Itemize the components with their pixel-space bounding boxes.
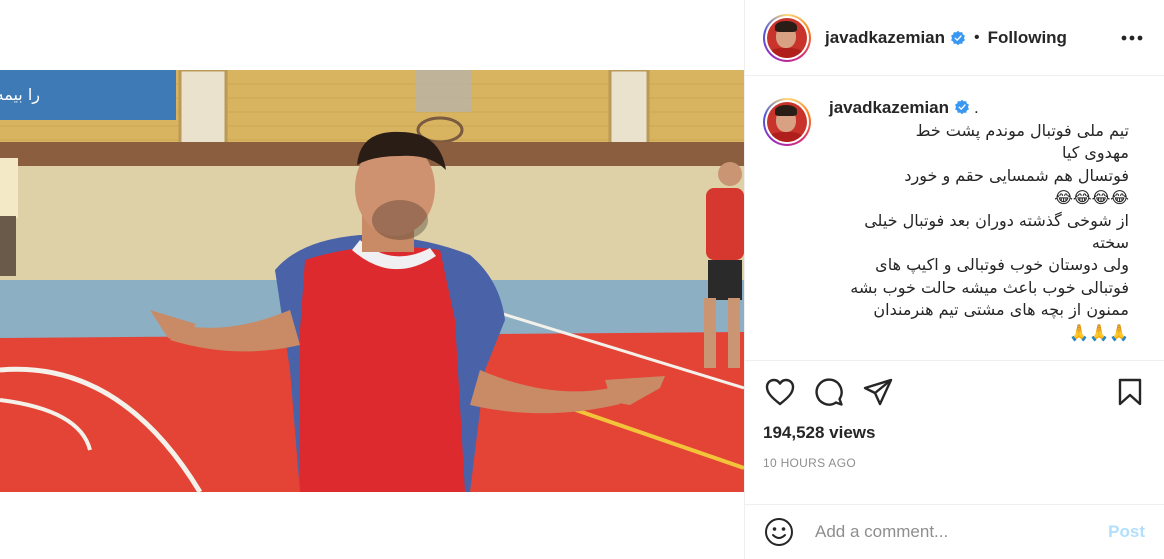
comment-button[interactable]	[812, 375, 846, 409]
view-count[interactable]: 194,528 views	[763, 423, 1147, 443]
caption-username[interactable]: javadkazemian	[829, 98, 949, 117]
more-options-icon[interactable]	[1118, 24, 1146, 52]
caption-line: ممنون از بچه های مشتی تیم هنرمندان	[873, 300, 1129, 320]
like-button[interactable]	[763, 375, 797, 409]
verified-badge-icon	[955, 99, 969, 115]
caption-suffix: .	[974, 98, 979, 117]
video-banner-text: را بیمه کنی	[0, 85, 40, 105]
post-header: javadkazemian • Following	[745, 0, 1164, 76]
caption-area: javadkazemian . تیم ملی فوتبال موندم پشت…	[745, 76, 1164, 356]
caption-line: سخته	[1091, 233, 1129, 253]
heart-icon	[765, 378, 795, 406]
post-timestamp[interactable]: 10 HOURS AGO	[763, 456, 1147, 470]
following-button[interactable]: Following	[988, 28, 1067, 48]
caption-row: javadkazemian . تیم ملی فوتبال موندم پشت…	[763, 98, 1147, 344]
caption-line: مهدوی کیا	[1062, 143, 1129, 163]
post-video[interactable]: را بیمه کنی	[0, 70, 744, 492]
caption-line: فوتسال هم شمسایی حقم و خورد	[904, 165, 1129, 185]
post-comment-button[interactable]: Post	[1108, 522, 1147, 542]
post-actions: 194,528 views 10 HOURS AGO	[745, 360, 1164, 520]
paper-plane-icon	[863, 378, 893, 406]
caption-line: 😂😂😂😂	[1054, 188, 1129, 208]
comment-icon	[815, 378, 843, 406]
caption-line: تیم ملی فوتبال موندم پشت خط	[915, 121, 1129, 140]
comment-input[interactable]	[815, 522, 1109, 542]
author-avatar[interactable]	[763, 13, 811, 62]
caption-line: فوتبالی خوب باعث میشه حالت خوب بشه	[850, 277, 1129, 297]
verified-badge-icon	[951, 30, 965, 45]
share-button[interactable]	[861, 375, 895, 409]
header-separator: •	[974, 28, 980, 46]
emoji-button[interactable]	[763, 516, 795, 548]
post-side-panel: javadkazemian • Following javadkazemian …	[744, 0, 1164, 559]
author-username[interactable]: javadkazemian	[825, 28, 945, 48]
caption-text: تیم ملی فوتبال موندم پشت خط مهدوی کیا فو…	[829, 120, 1129, 344]
media-pane: را بیمه کنی	[0, 0, 744, 559]
caption-line: 🙏🙏🙏	[1069, 322, 1129, 342]
bookmark-icon	[1118, 378, 1142, 406]
caption-avatar[interactable]	[763, 98, 811, 146]
save-button[interactable]	[1113, 375, 1147, 409]
caption-line: ولی دوستان خوب فوتبالی و اکیپ های	[875, 255, 1129, 275]
caption-line: از شوخی گذشته دوران بعد فوتبال خیلی	[864, 210, 1129, 230]
caption-header: javadkazemian .	[829, 98, 1147, 118]
comment-bar: Post	[745, 504, 1164, 559]
caption-body: javadkazemian . تیم ملی فوتبال موندم پشت…	[829, 98, 1147, 344]
action-row	[763, 375, 1147, 409]
emoji-icon	[765, 518, 793, 546]
